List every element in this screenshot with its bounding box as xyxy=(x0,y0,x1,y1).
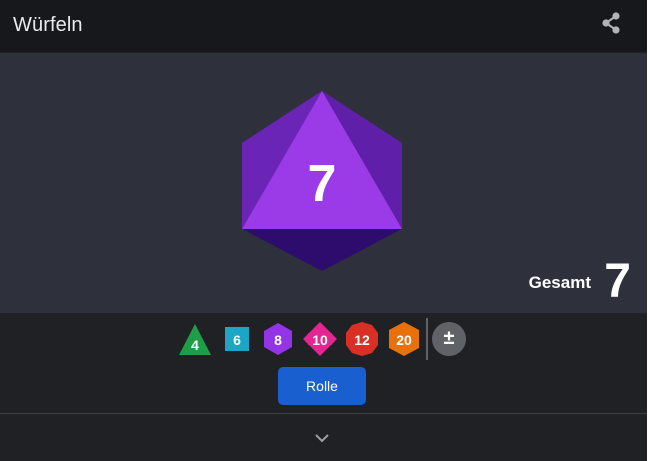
modifier-button[interactable]: ± xyxy=(431,321,467,357)
dice-separator xyxy=(426,318,428,360)
d6-button[interactable]: 6 xyxy=(219,321,255,357)
d4-button[interactable]: 4 xyxy=(177,321,213,357)
controls-panel: 4 6 8 10 12 20 ± Rolle xyxy=(0,313,651,461)
chevron-down-icon[interactable] xyxy=(311,427,333,449)
dice-selector: 4 6 8 10 12 20 ± xyxy=(0,313,651,365)
d20-label: 20 xyxy=(396,332,412,348)
d8-label: 8 xyxy=(274,332,282,348)
modifier-label: ± xyxy=(443,327,455,349)
d4-label: 4 xyxy=(191,337,199,353)
share-icon[interactable] xyxy=(598,10,624,36)
d12-button[interactable]: 12 xyxy=(344,321,380,357)
page-title: Würfeln xyxy=(13,14,83,36)
d6-label: 6 xyxy=(233,332,241,348)
header: Würfeln xyxy=(0,0,647,52)
d12-label: 12 xyxy=(354,332,370,348)
d10-button[interactable]: 10 xyxy=(302,321,338,357)
d20-button[interactable]: 20 xyxy=(386,321,422,357)
total-value: 7 xyxy=(604,255,631,308)
die-result-value: 7 xyxy=(307,155,337,213)
page-edge xyxy=(647,0,651,461)
total-label: Gesamt xyxy=(528,273,591,292)
d10-label: 10 xyxy=(312,332,328,348)
roll-button[interactable]: Rolle xyxy=(278,367,366,405)
d8-button[interactable]: 8 xyxy=(260,321,296,357)
divider xyxy=(0,413,651,414)
dice-stage: 7 Gesamt 7 xyxy=(0,53,647,313)
dice-roller-card: Würfeln 7 Gesamt 7 4 6 8 10 12 20 ± Roll… xyxy=(0,0,651,461)
